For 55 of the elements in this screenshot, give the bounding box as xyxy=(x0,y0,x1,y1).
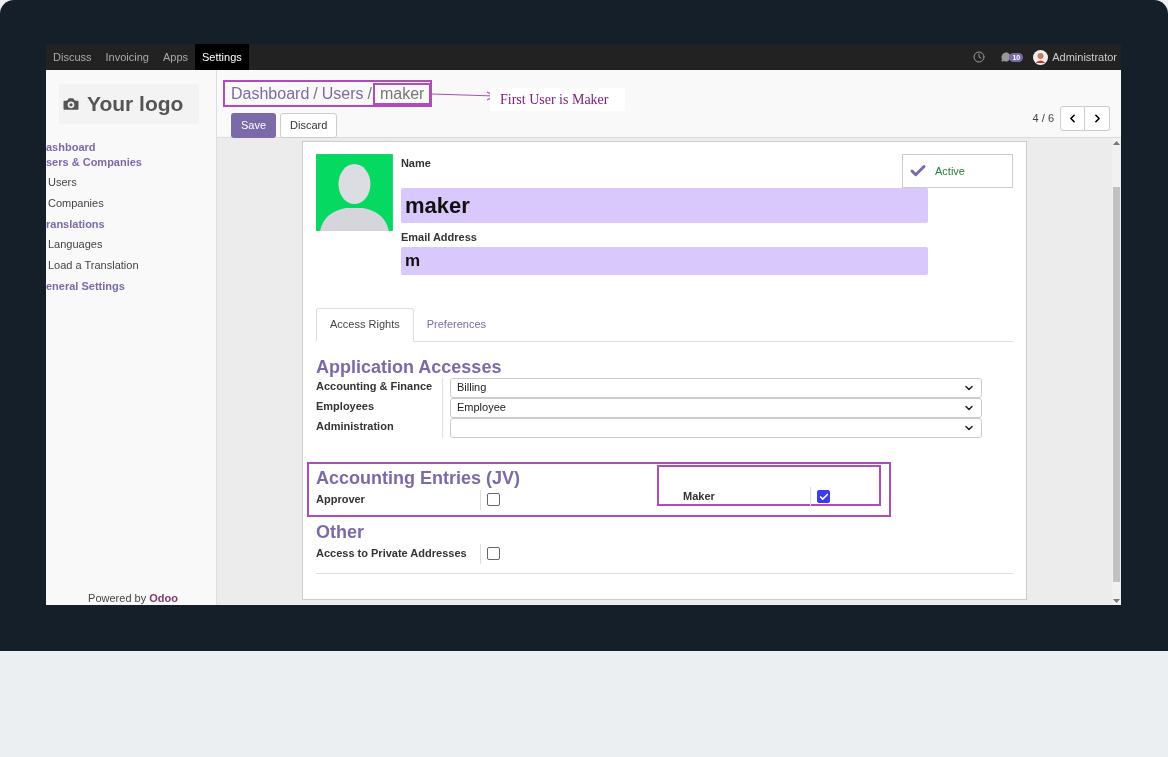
field-label: Name xyxy=(400,156,431,171)
annotation-text: First User is Maker xyxy=(490,88,625,111)
check-icon xyxy=(818,491,829,502)
footer-text: Powered by xyxy=(88,592,147,605)
name-field[interactable]: maker xyxy=(400,188,928,223)
tab[interactable]: Access Rights xyxy=(316,307,414,342)
save-button[interactable]: Save xyxy=(231,113,277,138)
logo: Your logo xyxy=(59,84,199,124)
scroll-down-icon[interactable] xyxy=(1113,599,1120,604)
email-field[interactable]: m xyxy=(400,246,928,275)
pager-value: 4 / 6 xyxy=(1032,111,1054,127)
sidebar-item[interactable]: Companies xyxy=(46,196,216,211)
sidebar-section[interactable]: ranslations xyxy=(46,217,216,232)
next-button[interactable] xyxy=(1085,106,1110,131)
clock-icon[interactable] xyxy=(973,51,986,63)
menu-item[interactable]: Invoicing xyxy=(98,44,156,70)
breadcrumb-link[interactable]: Users xyxy=(321,81,364,106)
sidebar-item[interactable]: Languages xyxy=(46,237,216,252)
field-label: Maker xyxy=(683,489,716,505)
sidebar-section[interactable]: sers & Companies xyxy=(46,155,216,170)
sidebar-section[interactable]: ashboard xyxy=(46,140,216,155)
avatar-icon[interactable] xyxy=(1033,49,1049,65)
tab[interactable]: Preferences xyxy=(413,307,499,342)
sidebar-item[interactable]: Load a Translation xyxy=(46,258,216,273)
footer-link[interactable]: Odoo xyxy=(149,592,178,605)
dropdown-field[interactable] xyxy=(450,417,982,438)
section-title: Other xyxy=(316,520,365,543)
field-label: Accounting & Finance xyxy=(316,378,434,394)
breadcrumb-separator: / xyxy=(367,83,372,104)
field-label: Email Address xyxy=(400,230,478,245)
dropdown-field[interactable]: Billing xyxy=(450,377,982,398)
previous-button[interactable] xyxy=(1060,106,1085,131)
sidebar-section[interactable]: eneral Settings xyxy=(46,279,216,294)
dropdown-field[interactable]: Employee xyxy=(450,397,982,418)
field-label: Approver xyxy=(316,492,366,508)
breadcrumb-link[interactable]: Dashboard xyxy=(231,81,310,106)
section-title: Accounting Entries (JV) xyxy=(316,466,522,489)
user-name[interactable]: Administrator xyxy=(1052,48,1117,66)
checkbox[interactable] xyxy=(487,547,500,560)
menu-item[interactable]: Settings xyxy=(195,44,249,70)
sidebar-item[interactable]: Users xyxy=(46,175,216,190)
active-toggle[interactable]: Active xyxy=(902,154,1013,188)
section-title: Application Accesses xyxy=(316,355,503,378)
scrollbar-thumb[interactable] xyxy=(1113,187,1120,582)
checkbox[interactable] xyxy=(487,493,500,506)
menu-item[interactable]: Apps xyxy=(155,44,195,70)
field-label: Administration xyxy=(316,418,395,434)
scroll-up-icon[interactable] xyxy=(1113,140,1120,145)
checkbox[interactable] xyxy=(817,490,830,503)
field-label: Employees xyxy=(316,398,376,414)
field-label: Access to Private Addresses xyxy=(316,546,468,562)
breadcrumb-current: maker xyxy=(372,82,432,105)
discard-button[interactable]: Discard xyxy=(280,113,338,138)
menu-item[interactable]: Discuss xyxy=(46,44,99,70)
breadcrumb-separator: / xyxy=(313,83,318,104)
